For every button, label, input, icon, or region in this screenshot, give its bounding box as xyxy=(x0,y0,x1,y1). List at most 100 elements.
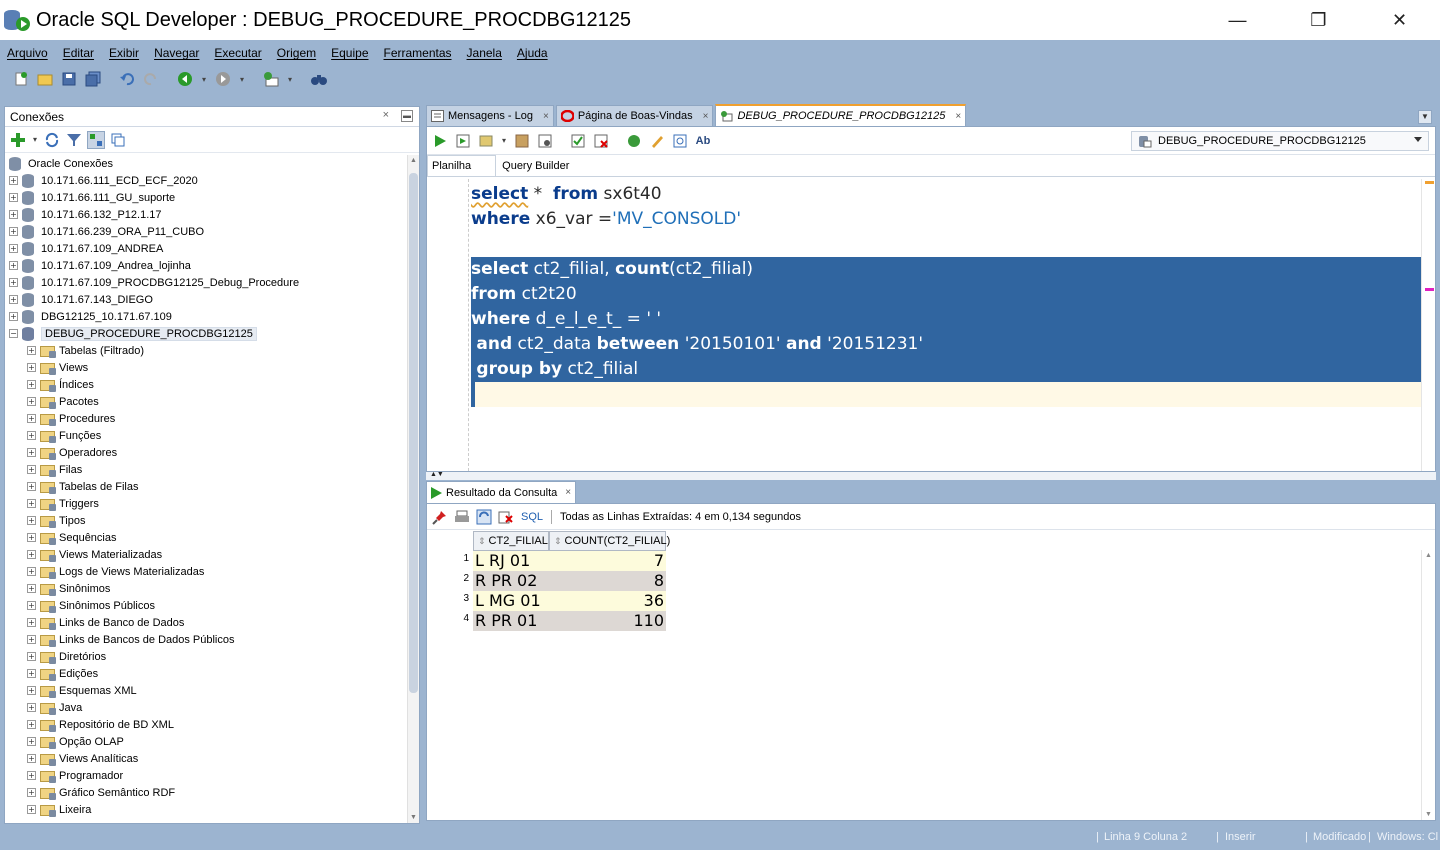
autotrace-icon[interactable] xyxy=(477,132,495,150)
tab-planilha[interactable]: Planilha xyxy=(427,155,497,176)
column-header-count[interactable]: ⇕ COUNT(CT2_FILIAL) xyxy=(549,531,670,551)
forward-icon[interactable] xyxy=(214,70,232,88)
expand-icon[interactable]: + xyxy=(27,499,36,508)
expand-icon[interactable]: + xyxy=(27,448,36,457)
tree-item-object-type[interactable]: + Lixeira xyxy=(5,801,407,818)
autotrace-dropdown-icon[interactable]: ▾ xyxy=(500,132,508,150)
open-folder-icon[interactable] xyxy=(36,70,54,88)
tree-item-object-type[interactable]: + Filas xyxy=(5,461,407,478)
expand-icon[interactable]: + xyxy=(27,414,36,423)
history-icon[interactable] xyxy=(671,132,689,150)
commit-icon[interactable] xyxy=(569,132,587,150)
forward-dropdown-icon[interactable]: ▾ xyxy=(238,70,246,88)
explain-plan-icon[interactable] xyxy=(513,132,531,150)
expand-icon[interactable]: + xyxy=(9,210,18,219)
tree-item-object-type[interactable]: + Repositório de BD XML xyxy=(5,716,407,733)
back-dropdown-icon[interactable]: ▾ xyxy=(200,70,208,88)
expand-icon[interactable]: + xyxy=(27,431,36,440)
maximize-button[interactable]: ❐ xyxy=(1278,0,1359,40)
unshared-sql-icon[interactable] xyxy=(625,132,643,150)
minimize-panel-icon[interactable]: ▬ xyxy=(401,110,413,122)
cell-filial[interactable]: L RJ 01 xyxy=(473,551,549,571)
expand-icon[interactable]: + xyxy=(9,278,18,287)
tree-item-object-type[interactable]: + Java xyxy=(5,699,407,716)
tree-item-connection[interactable]: +10.171.66.239_ORA_P11_CUBO xyxy=(5,223,407,240)
tree-item-connection[interactable]: +10.171.67.109_ANDREA xyxy=(5,240,407,257)
cancel-query-icon[interactable] xyxy=(497,508,515,526)
expand-icon[interactable]: + xyxy=(27,550,36,559)
connection-select[interactable]: DEBUG_PROCEDURE_PROCDBG12125 xyxy=(1131,131,1429,151)
tree-item-object-type[interactable]: + Views Materializadas xyxy=(5,546,407,563)
clear-icon[interactable] xyxy=(648,132,666,150)
tree-item-object-type[interactable]: + Views xyxy=(5,359,407,376)
tree-item-connection[interactable]: + DBG12125_10.171.67.109 xyxy=(5,308,407,325)
minimize-button[interactable]: — xyxy=(1197,0,1278,40)
tree-item-object-type[interactable]: + Índices xyxy=(5,376,407,393)
tree-item-object-type[interactable]: + Links de Banco de Dados xyxy=(5,614,407,631)
menu-navegar[interactable]: Navegar xyxy=(154,46,199,60)
expand-icon[interactable]: + xyxy=(27,584,36,593)
print-icon[interactable] xyxy=(453,508,471,526)
expand-icon[interactable]: + xyxy=(27,618,36,627)
sql-tuning-icon[interactable] xyxy=(536,132,554,150)
table-row[interactable]: 4 R PR 01 110 xyxy=(427,611,666,631)
expand-icon[interactable]: + xyxy=(27,533,36,542)
expand-icon[interactable]: + xyxy=(27,720,36,729)
tab-messages-log[interactable]: Mensagens - Log × xyxy=(426,105,554,126)
menu-exibir[interactable]: Exibir xyxy=(109,46,139,60)
close-tab-icon[interactable]: × xyxy=(565,487,571,498)
expand-icon[interactable]: + xyxy=(27,346,36,355)
cell-count[interactable]: 36 xyxy=(549,591,666,611)
tree-item-object-type[interactable]: + Tabelas de Filas xyxy=(5,478,407,495)
refresh-icon[interactable] xyxy=(43,131,61,149)
cell-count[interactable]: 110 xyxy=(549,611,666,631)
close-connections-panel-icon[interactable]: × xyxy=(383,109,389,121)
tree-item-object-type[interactable]: + Triggers xyxy=(5,495,407,512)
cell-filial[interactable]: L MG 01 xyxy=(473,591,549,611)
sql-worksheet-icon[interactable] xyxy=(262,70,280,88)
expand-icon[interactable]: + xyxy=(27,754,36,763)
expand-icon[interactable]: + xyxy=(9,261,18,270)
table-row[interactable]: 3 L MG 01 36 xyxy=(427,591,666,611)
tree-item-object-type[interactable]: + Sinônimos xyxy=(5,580,407,597)
tree-item-object-type[interactable]: + Logs de Views Materializadas xyxy=(5,563,407,580)
tree-root[interactable]: Oracle Conexões xyxy=(5,155,407,172)
tree-item-connection[interactable]: +10.171.66.111_ECD_ECF_2020 xyxy=(5,172,407,189)
expand-icon[interactable]: + xyxy=(27,703,36,712)
tree-item-open-connection[interactable]: − DEBUG_PROCEDURE_PROCDBG12125 xyxy=(5,325,407,342)
expand-icon[interactable]: + xyxy=(27,652,36,661)
tree-item-object-type[interactable]: + Tabelas (Filtrado) xyxy=(5,342,407,359)
expand-icon[interactable]: + xyxy=(27,601,36,610)
tree-item-connection[interactable]: +10.171.67.143_DIEGO xyxy=(5,291,407,308)
tab-query-builder[interactable]: Query Builder xyxy=(498,155,573,176)
menu-ajuda[interactable]: Ajuda xyxy=(517,46,548,60)
connections-scrollbar[interactable]: ▲ ▼ xyxy=(407,155,419,823)
expand-icon[interactable]: + xyxy=(27,380,36,389)
menu-janela[interactable]: Janela xyxy=(467,46,502,60)
tree-item-object-type[interactable]: + Operadores xyxy=(5,444,407,461)
expand-icon[interactable]: + xyxy=(9,295,18,304)
expand-icon[interactable]: + xyxy=(27,771,36,780)
cell-count[interactable]: 7 xyxy=(549,551,666,571)
tree-item-object-type[interactable]: + Pacotes xyxy=(5,393,407,410)
cell-filial[interactable]: R PR 01 xyxy=(473,611,549,631)
sql-link[interactable]: SQL xyxy=(521,511,543,523)
undo-icon[interactable] xyxy=(118,70,136,88)
new-file-icon[interactable] xyxy=(12,70,30,88)
run-script-icon[interactable] xyxy=(454,132,472,150)
column-header-ct2-filial[interactable]: ⇕ CT2_FILIAL xyxy=(473,531,549,551)
expand-icon[interactable]: + xyxy=(9,227,18,236)
collapse-icon[interactable]: − xyxy=(9,329,18,338)
menu-origem[interactable]: Origem xyxy=(277,46,316,60)
binoculars-icon[interactable] xyxy=(310,70,328,88)
tab-list-dropdown-icon[interactable]: ▼ xyxy=(1418,110,1432,124)
tree-item-connection[interactable]: +10.171.67.109_PROCDBG12125_Debug_Proced… xyxy=(5,274,407,291)
expand-icon[interactable]: + xyxy=(27,482,36,491)
expand-icon[interactable]: + xyxy=(9,312,18,321)
expand-icon[interactable]: + xyxy=(27,465,36,474)
editor-overview-ruler[interactable] xyxy=(1421,179,1435,471)
format-icon[interactable]: Ab xyxy=(694,132,712,150)
pin-icon[interactable] xyxy=(431,508,449,526)
cell-count[interactable]: 8 xyxy=(549,571,666,591)
schema-browser-icon[interactable] xyxy=(87,130,105,149)
